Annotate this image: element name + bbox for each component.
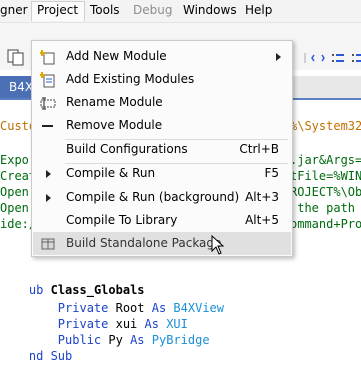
menu-item-shortcut: F5: [264, 166, 279, 180]
menu-item-compile-run-background[interactable]: Compile & Run (background) Alt+3: [33, 186, 291, 209]
menu-item-compile-to-library[interactable]: Compile To Library Alt+5: [33, 209, 291, 232]
tab-label: B4X: [9, 80, 34, 94]
code-line: nd Sub: [0, 332, 72, 380]
menu-item-shortcut: Alt+5: [245, 213, 279, 227]
menu-item-label: Add New Module: [66, 49, 167, 63]
type-name: PyBridge: [151, 333, 210, 347]
comment-line-right: %\System32: [290, 119, 361, 133]
comment-line-right: ROJECT%\Ob: [290, 185, 361, 199]
comment-line-right: .jar&Args=: [290, 153, 361, 167]
menu-debug[interactable]: Debug: [133, 3, 172, 17]
menu-item-build-standalone-package[interactable]: Build Standalone Package: [33, 232, 291, 255]
keyword: As: [130, 333, 152, 347]
menu-item-label: Build Standalone Package: [66, 236, 222, 250]
menu-designer[interactable]: gner: [0, 3, 28, 17]
menu-help[interactable]: Help: [245, 3, 272, 17]
toolbar-right-icons: [304, 53, 361, 63]
menu-item-label: Build Configurations: [66, 142, 188, 156]
play-icon: [46, 194, 51, 202]
mouse-cursor-icon: [211, 235, 225, 255]
menu-item-label: Compile To Library: [66, 213, 178, 227]
package-icon: [41, 238, 55, 250]
menu-item-label: Rename Module: [66, 95, 163, 109]
menu-item-shortcut: Alt+3: [245, 190, 279, 204]
add-existing-modules-icon: [40, 72, 55, 88]
remove-icon: [42, 125, 53, 127]
play-icon: [46, 170, 51, 178]
menu-bar: gner Project Tools Debug Windows Help: [0, 0, 361, 23]
menu-item-label: Compile & Run: [66, 166, 156, 180]
menu-item-add-new-module[interactable]: Add New Module: [33, 45, 291, 68]
submenu-arrow-icon: [276, 53, 281, 61]
menu-item-rename-module[interactable]: Rename Module: [33, 91, 291, 114]
menu-item-build-configurations[interactable]: Build Configurations Ctrl+B: [33, 138, 291, 161]
menu-tools[interactable]: Tools: [90, 3, 120, 17]
menu-item-label: Compile & Run (background): [66, 190, 240, 204]
menu-item-remove-module[interactable]: Remove Module: [33, 114, 291, 137]
menu-item-label: Add Existing Modules: [66, 72, 195, 86]
project-menu-dropdown: Add New Module Add Existing Modules Rena…: [31, 40, 293, 257]
menu-item-shortcut: Ctrl+B: [239, 142, 279, 156]
add-new-module-icon: [40, 50, 55, 65]
menu-project[interactable]: Project: [31, 1, 86, 21]
rename-icon: [40, 97, 56, 110]
identifier: Py: [108, 333, 131, 347]
menu-windows[interactable]: Windows: [183, 3, 237, 17]
menu-item-add-existing-modules[interactable]: Add Existing Modules: [33, 68, 291, 91]
comment-line-right: tFile=%WIN: [290, 169, 361, 183]
keyword: nd Sub: [28, 349, 73, 363]
comment-line-right: the path: [290, 201, 356, 215]
menu-item-compile-run[interactable]: Compile & Run F5: [33, 162, 291, 185]
copy-icon[interactable]: [6, 48, 26, 66]
comment-line-right: ommand+Pro: [290, 217, 361, 231]
menu-item-label: Remove Module: [66, 118, 163, 132]
